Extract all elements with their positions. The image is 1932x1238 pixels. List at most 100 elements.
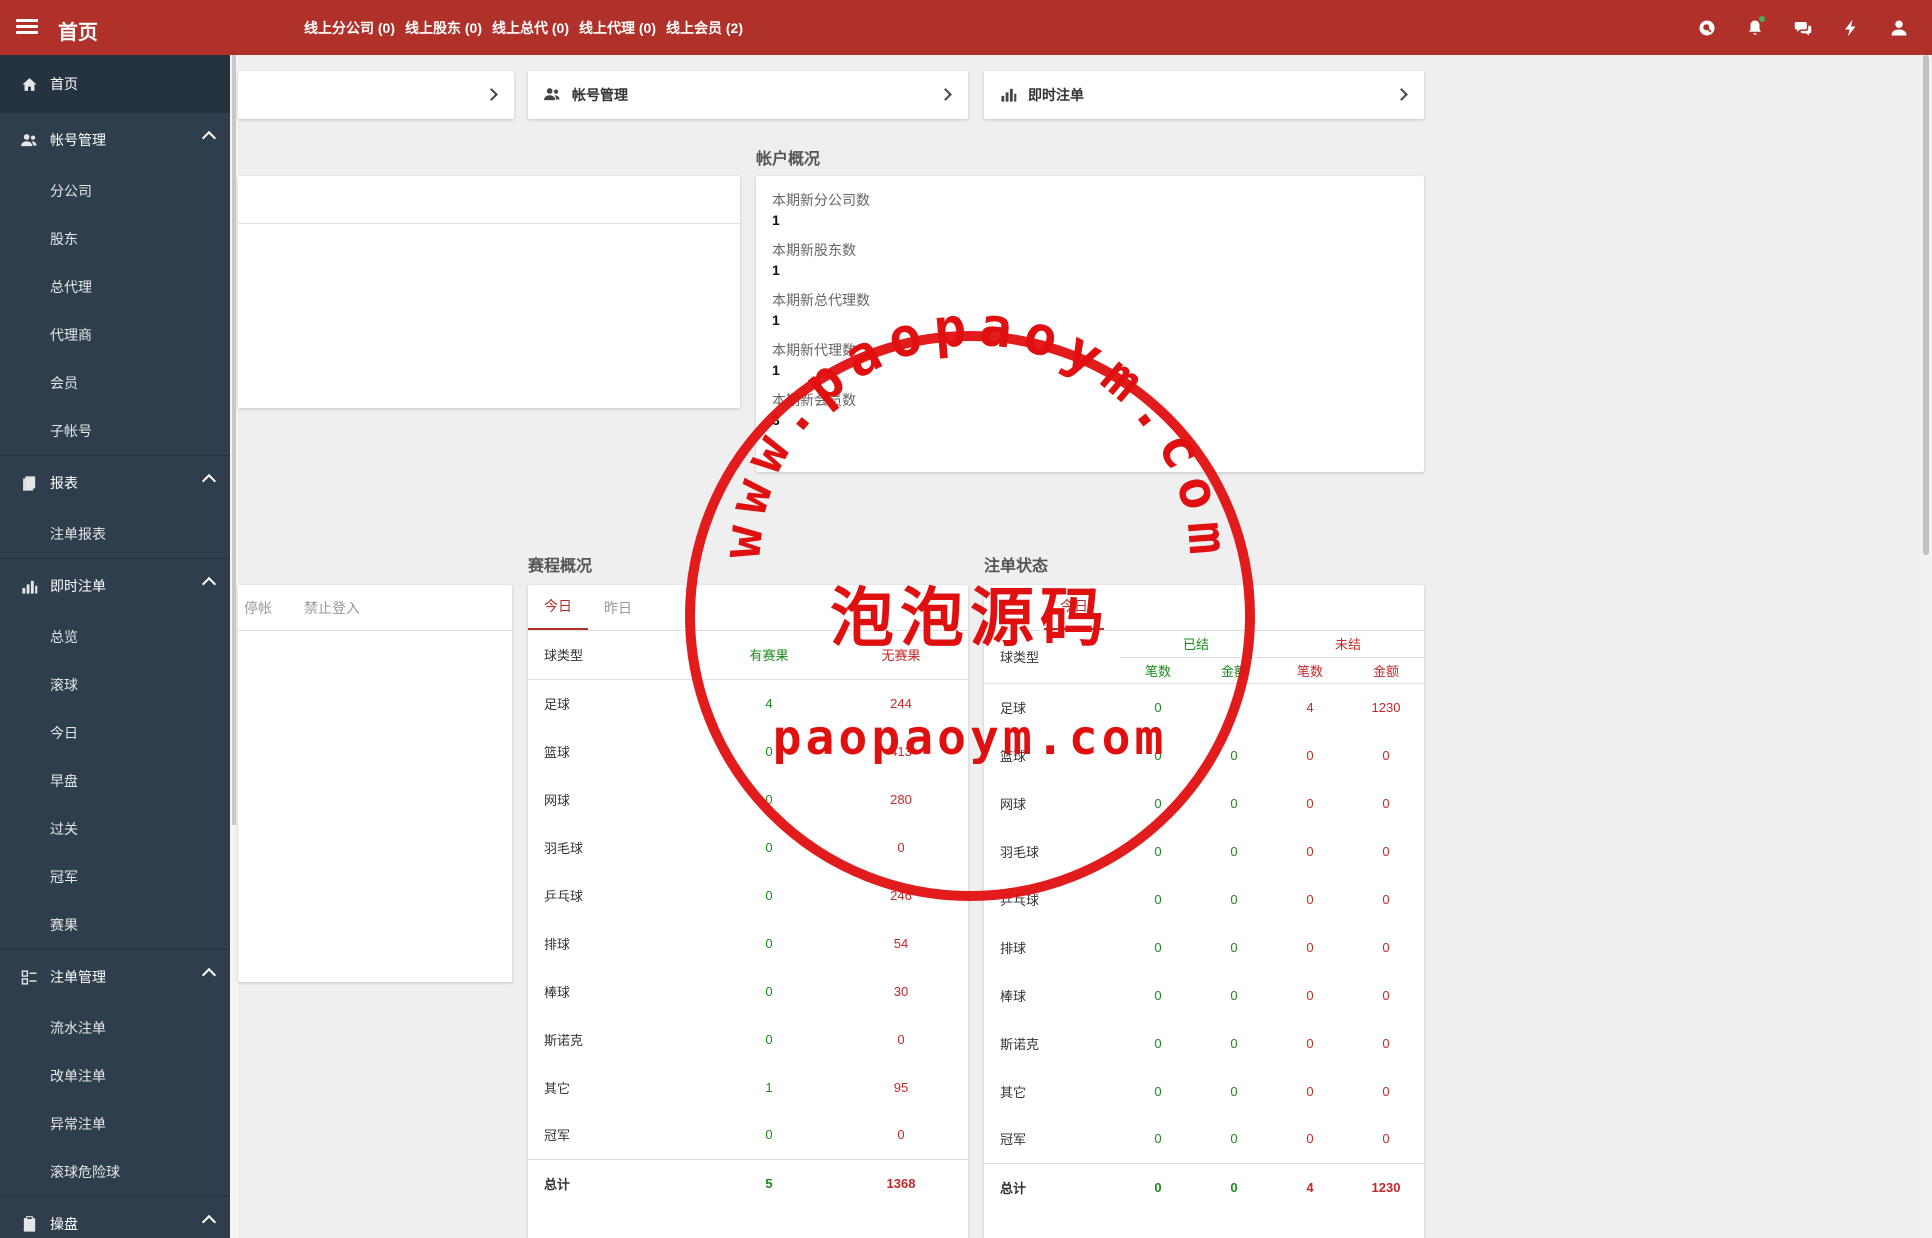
bolt-icon[interactable] xyxy=(1840,17,1862,39)
online-agent-link[interactable]: 线上代理 (0) xyxy=(579,18,656,38)
column-header: 笔数 xyxy=(1272,657,1348,684)
nav-card-accounts[interactable]: 帐号管理 xyxy=(528,71,968,119)
sport-name-cell: 其它 xyxy=(544,1080,571,1096)
value-cell: 0 xyxy=(1230,795,1238,811)
value-cell: 0 xyxy=(1154,891,1162,907)
nav-card-partial[interactable] xyxy=(238,71,514,119)
stat-value: 3 xyxy=(772,412,780,428)
table-row: 冠军 0 0 0 0 xyxy=(984,1115,1424,1163)
value-cell: 0 xyxy=(1230,843,1238,859)
sport-name-cell: 排球 xyxy=(1000,940,1027,956)
sidebar-group-accounts: 帐号管理 分公司 股东 总代理 代理商 会员 子帐号 xyxy=(0,113,230,456)
left-scroll-thumb[interactable] xyxy=(232,55,236,825)
sidebar-group-bet-management: 注单管理 流水注单 改单注单 异常注单 滚球危险球 xyxy=(0,950,230,1197)
tab-login-banned[interactable]: 禁止登入 xyxy=(288,598,376,630)
value-cell: 0 xyxy=(897,1031,905,1047)
online-branch-link[interactable]: 线上分公司 (0) xyxy=(304,18,395,38)
sidebar-item-member[interactable]: 会员 xyxy=(0,359,230,407)
value-cell: 0 xyxy=(1230,747,1238,763)
sidebar-item-parlay[interactable]: 过关 xyxy=(0,805,230,853)
chat-icon[interactable] xyxy=(1792,17,1814,39)
page-scrollbar[interactable] xyxy=(1920,55,1932,1238)
sidebar-group-label: 注单管理 xyxy=(50,969,106,985)
sidebar-item-general-agent[interactable]: 总代理 xyxy=(0,263,230,311)
sidebar-item-home[interactable]: 首页 xyxy=(0,55,230,113)
sport-name-cell: 冠军 xyxy=(544,1128,571,1144)
account-overview-title: 帐户概况 xyxy=(756,151,821,168)
online-member-link[interactable]: 线上会员 (2) xyxy=(666,18,743,38)
topbar-icons xyxy=(1696,0,1910,55)
sidebar-group-header[interactable]: 注单管理 xyxy=(0,950,230,1004)
sport-name-cell: 排球 xyxy=(544,936,571,952)
tab-suspended[interactable]: 停帐 xyxy=(238,598,288,630)
scrollbar-thumb[interactable] xyxy=(1923,55,1929,555)
tab-yesterday[interactable]: 昨日 xyxy=(588,598,648,630)
stat-label: 本期新会员数 xyxy=(772,392,856,408)
chevron-right-icon xyxy=(1395,88,1408,101)
value-cell: 1230 xyxy=(1371,699,1401,715)
clipboard-icon xyxy=(20,1215,38,1233)
value-cell: 0 xyxy=(1306,1131,1314,1147)
value-cell: 0 xyxy=(1230,891,1238,907)
sport-name-cell: 篮球 xyxy=(544,744,571,760)
sport-name-cell: 足球 xyxy=(544,696,571,712)
sidebar-group-header[interactable]: 报表 xyxy=(0,456,230,510)
sidebar-item-modified-bets[interactable]: 改单注单 xyxy=(0,1052,230,1100)
schedule-table: 球类型 有赛果 无赛果 足球 4 244 篮球 0 413 网球 0 280 羽毛球 0 0 乒乓球 0 2… xyxy=(528,631,968,1207)
tab-today[interactable]: 今日 xyxy=(528,596,588,630)
column-header: 笔数 xyxy=(1120,657,1196,684)
value-cell: 0 xyxy=(1154,939,1162,955)
sport-name-cell: 其它 xyxy=(1000,1084,1027,1100)
sidebar-item-sub-account[interactable]: 子帐号 xyxy=(0,407,230,455)
sidebar-item-danger-ball[interactable]: 滚球危险球 xyxy=(0,1148,230,1196)
sidebar-group-header[interactable]: 即时注单 xyxy=(0,559,230,613)
notification-dot xyxy=(1759,15,1765,22)
value-cell: 0 xyxy=(1230,939,1238,955)
menu-icon[interactable] xyxy=(16,16,38,38)
bet-status-card: 今日 球类型 已结 未结 笔数 金额 笔数 金额 足球 0 0 4 1230 篮球 0 0 0 0… xyxy=(984,585,1424,1238)
user-icon[interactable] xyxy=(1888,17,1910,39)
column-header: 金额 xyxy=(1348,657,1424,684)
sidebar-item-bet-report[interactable]: 注单报表 xyxy=(0,510,230,558)
value-cell: 0 xyxy=(765,839,773,855)
chevron-right-icon xyxy=(939,88,952,101)
value-cell: 0 xyxy=(1154,1035,1162,1051)
sidebar-item-label: 首页 xyxy=(50,76,78,92)
sidebar-item-overview[interactable]: 总览 xyxy=(0,613,230,661)
value-cell: 0 xyxy=(1154,795,1162,811)
bell-icon[interactable] xyxy=(1744,15,1766,39)
tab-today[interactable]: 今日 xyxy=(1044,596,1104,630)
group-header-settled: 已结 xyxy=(1120,631,1272,658)
online-shareholder-link[interactable]: 线上股东 (0) xyxy=(405,18,482,38)
value-cell: 0 xyxy=(897,1127,905,1143)
main-content: 帐号管理 即时注单 帐户概况 本期新分公司数 1 本期新股东数 1 本期新总代理… xyxy=(230,55,1932,1238)
nav-card-live-bets[interactable]: 即时注单 xyxy=(984,71,1424,119)
search-icon[interactable] xyxy=(1696,17,1718,39)
sport-name-cell: 斯诺克 xyxy=(1000,1036,1040,1052)
chevron-up-icon xyxy=(201,1214,217,1230)
sidebar-item-results[interactable]: 赛果 xyxy=(0,901,230,949)
value-cell: 4 xyxy=(1306,699,1314,715)
sidebar-group-header[interactable]: 帐号管理 xyxy=(0,113,230,167)
value-cell: 0 xyxy=(1382,843,1390,859)
online-general-agent-link[interactable]: 线上总代 (0) xyxy=(492,18,569,38)
column-header: 无赛果 xyxy=(834,631,968,680)
total-value: 4 xyxy=(1272,1162,1348,1211)
sidebar-item-agent[interactable]: 代理商 xyxy=(0,311,230,359)
table-row: 网球 0 280 xyxy=(528,775,968,823)
sidebar-item-shareholder[interactable]: 股东 xyxy=(0,215,230,263)
total-value: 0 xyxy=(1120,1162,1196,1211)
total-value: 1230 xyxy=(1348,1162,1424,1211)
sidebar-item-in-play[interactable]: 滚球 xyxy=(0,661,230,709)
sidebar-item-champion[interactable]: 冠军 xyxy=(0,853,230,901)
sidebar-item-early[interactable]: 早盘 xyxy=(0,757,230,805)
value-cell: 0 xyxy=(765,791,773,807)
sidebar-group-reports: 报表 注单报表 xyxy=(0,456,230,559)
sidebar-item-abnormal-bets[interactable]: 异常注单 xyxy=(0,1100,230,1148)
sidebar-group-header[interactable]: 操盘 xyxy=(0,1197,230,1238)
sport-name-cell: 网球 xyxy=(544,792,571,808)
sidebar-item-flow-bets[interactable]: 流水注单 xyxy=(0,1004,230,1052)
sidebar-item-today[interactable]: 今日 xyxy=(0,709,230,757)
sidebar-item-branch[interactable]: 分公司 xyxy=(0,167,230,215)
schedule-card: 今日 昨日 球类型 有赛果 无赛果 足球 4 244 篮球 0 413 网球 0 280 羽毛球 0… xyxy=(528,585,968,1238)
